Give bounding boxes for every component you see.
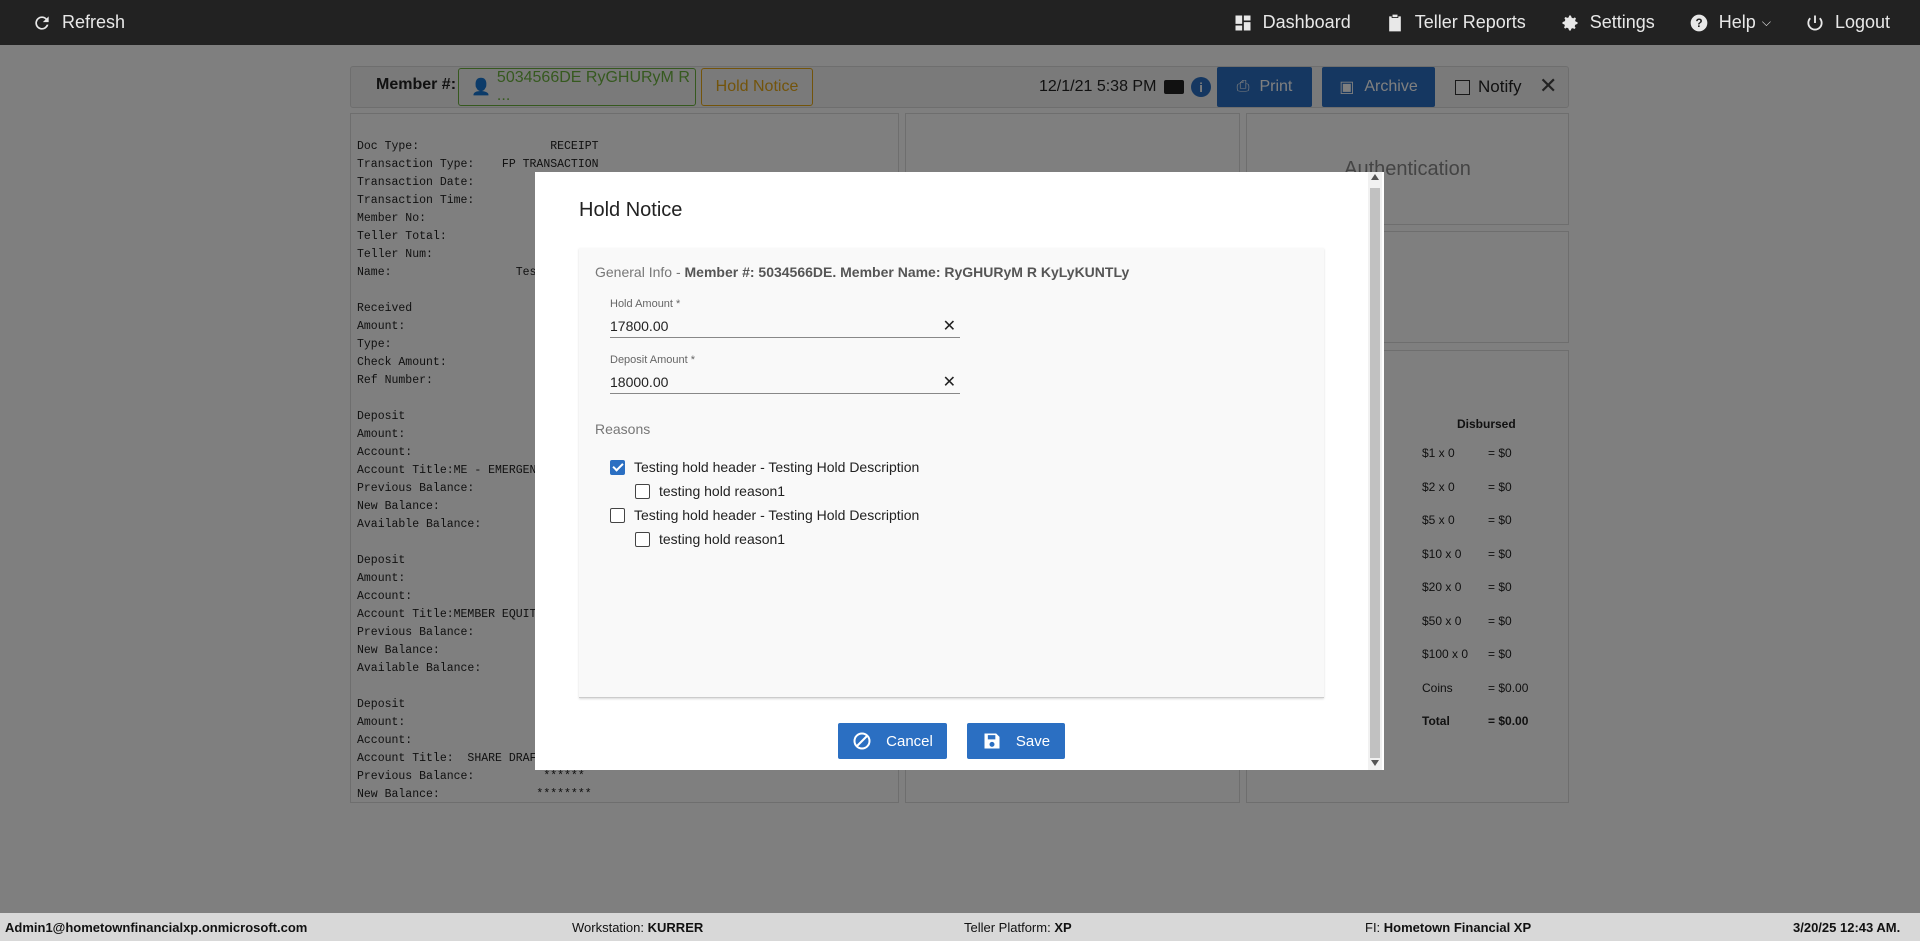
platform-label: Teller Platform:	[964, 920, 1051, 935]
power-icon	[1807, 15, 1823, 30]
deposit-amount-input[interactable]: 18000.00 ✕	[610, 370, 960, 394]
refresh-label: Refresh	[62, 12, 126, 32]
platform-value: XP	[1054, 920, 1072, 935]
scroll-up-arrow-icon[interactable]	[1371, 174, 1379, 180]
general-info-detail: Member #: 5034566DE. Member Name: RyGHUR…	[684, 264, 1130, 280]
reason-1-box[interactable]	[610, 459, 625, 475]
status-datetime: 3/20/25 12:43 AM.	[1793, 920, 1901, 935]
top-nav: Refresh Dashboard Teller Reports Setting…	[0, 0, 1920, 45]
fi-label: FI:	[1365, 920, 1381, 935]
reason-2-checkbox[interactable]: Testing hold header - Testing Hold Descr…	[610, 507, 919, 523]
reason-2-sub-label: testing hold reason1	[659, 531, 786, 547]
cancel-icon	[853, 732, 871, 750]
dashboard-label: Dashboard	[1262, 12, 1351, 32]
hold-amount-field: Hold Amount * 17800.00 ✕	[610, 298, 960, 338]
refresh-icon	[35, 15, 49, 30]
gear-icon	[1562, 15, 1578, 30]
reason-2-label: Testing hold header - Testing Hold Descr…	[634, 507, 920, 523]
settings-label: Settings	[1589, 12, 1655, 32]
fi-value: Hometown Financial XP	[1383, 920, 1532, 935]
deposit-amount-label: Deposit Amount *	[610, 354, 695, 366]
reason-1-checkbox[interactable]: Testing hold header - Testing Hold Descr…	[610, 459, 919, 475]
clipboard-icon	[1388, 14, 1401, 31]
reason-1-label: Testing hold header - Testing Hold Descr…	[634, 459, 920, 475]
reason-1-sub-checkbox[interactable]: testing hold reason1	[635, 483, 785, 499]
deposit-amount-field: Deposit Amount * 18000.00 ✕	[610, 354, 960, 394]
clear-hold-amount-icon[interactable]: ✕	[943, 316, 956, 336]
cancel-label: Cancel	[886, 732, 933, 750]
general-info: General Info - Member #: 5034566DE. Memb…	[595, 264, 1129, 280]
save-label: Save	[1015, 732, 1051, 750]
current-user: Admin1@hometownfinancialxp.onmicrosoft.c…	[5, 920, 308, 935]
reason-2-sub-box[interactable]	[635, 531, 650, 547]
svg-text:?: ?	[1695, 17, 1702, 30]
deposit-amount-value[interactable]: 18000.00	[610, 374, 668, 390]
scroll-down-arrow-icon[interactable]	[1371, 760, 1379, 766]
dashboard-icon	[1235, 15, 1251, 30]
help-label: Help	[1718, 12, 1756, 32]
teller-reports-label: Teller Reports	[1414, 12, 1526, 32]
hold-amount-value[interactable]: 17800.00	[610, 318, 668, 334]
settings-button[interactable]: Settings	[1560, 0, 1655, 45]
teller-reports-button[interactable]: Teller Reports	[1385, 0, 1526, 45]
floppy-disk-icon	[984, 733, 1000, 749]
general-info-prefix: General Info -	[595, 264, 681, 280]
cancel-button[interactable]: Cancel	[838, 723, 947, 759]
reason-2-box[interactable]	[610, 507, 625, 523]
workstation-value: KURRER	[647, 920, 704, 935]
status-bar: Admin1@hometownfinancialxp.onmicrosoft.c…	[0, 913, 1920, 941]
workstation-label: Workstation:	[572, 920, 645, 935]
modal-scrollbar[interactable]	[1368, 172, 1382, 770]
logout-label: Logout	[1834, 12, 1890, 32]
save-button[interactable]: Save	[967, 723, 1065, 759]
modal-title: Hold Notice	[579, 199, 683, 221]
help-button[interactable]: ? Help ⌵	[1689, 0, 1771, 45]
hold-amount-label: Hold Amount *	[610, 298, 681, 310]
reason-2-sub-checkbox[interactable]: testing hold reason1	[635, 531, 785, 547]
hold-notice-modal: Hold Notice General Info - Member #: 503…	[535, 172, 1384, 770]
scrollbar-thumb[interactable]	[1370, 188, 1380, 758]
chevron-down-icon: ⌵	[1761, 15, 1771, 29]
hold-amount-input[interactable]: 17800.00 ✕	[610, 314, 960, 338]
dashboard-button[interactable]: Dashboard	[1233, 0, 1351, 45]
reason-1-sub-box[interactable]	[635, 483, 650, 499]
reason-1-sub-label: testing hold reason1	[659, 483, 786, 499]
question-icon: ?	[1690, 14, 1708, 31]
logout-button[interactable]: Logout	[1805, 0, 1890, 45]
clear-deposit-amount-icon[interactable]: ✕	[943, 372, 956, 392]
refresh-button[interactable]: Refresh	[32, 0, 125, 45]
hold-form-card: General Info - Member #: 5034566DE. Memb…	[579, 248, 1324, 698]
reasons-label: Reasons	[595, 421, 651, 437]
